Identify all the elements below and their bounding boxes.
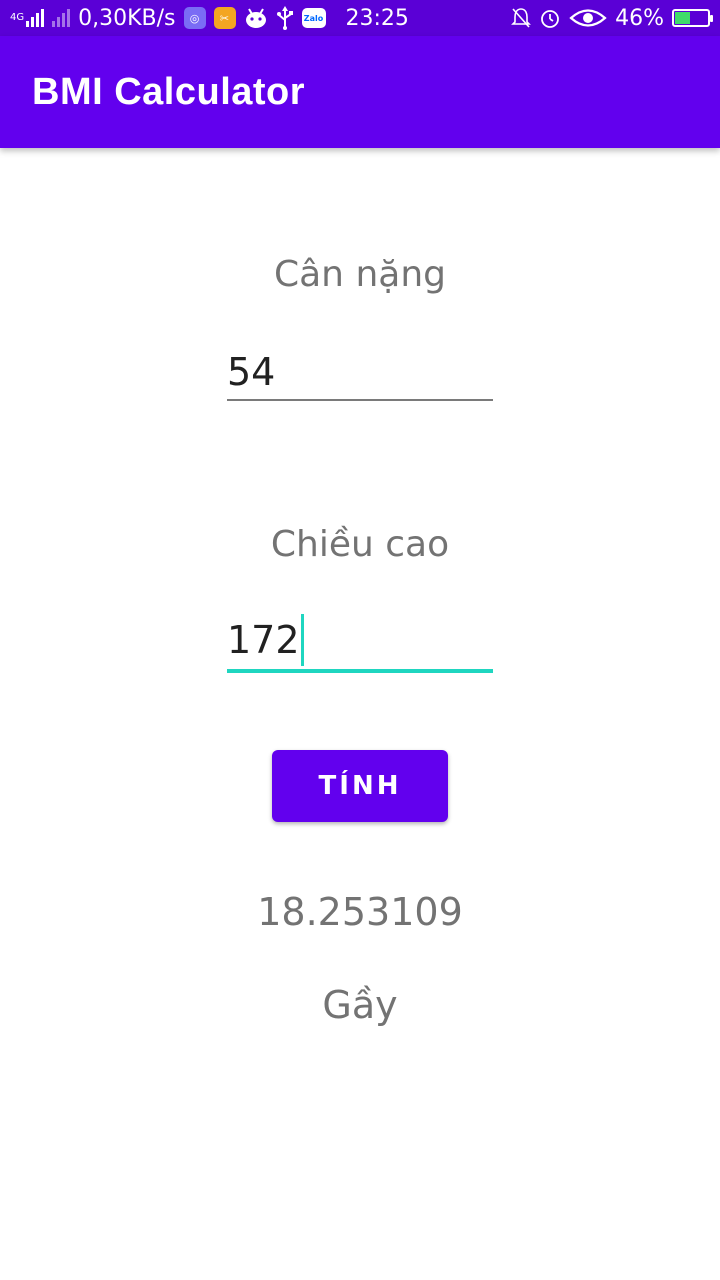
app-badge-2-icon: ✂ [213,7,236,29]
app-bar: BMI Calculator [0,36,720,148]
status-bar-left: 4G 0,30KB/s ◎ ✂ Zalo 23:25 [10,0,409,36]
weight-input[interactable]: 54 [227,342,493,402]
zalo-icon: Zalo [301,8,326,28]
weight-label: Cân nặng [273,254,446,295]
android-icon [244,7,268,29]
signal-weak-icon [52,9,71,27]
network-type: 4G [10,12,25,23]
status-bar: 4G 0,30KB/s ◎ ✂ Zalo 23:25 46% [0,0,720,36]
status-bar-right: 46% [511,0,713,36]
silent-bell-icon [511,7,532,29]
cellular-signal: 4G [10,9,45,27]
battery-charging-icon [672,9,713,27]
usb-icon [276,6,294,30]
eye-icon [569,7,607,29]
app-title: BMI Calculator [32,70,306,113]
height-label: Chiều cao [270,524,450,565]
signal-icon [26,9,45,27]
bmi-result: 18.253109 [257,890,463,934]
battery-percent: 46% [615,5,664,31]
alarm-icon [539,7,561,29]
height-value: 172 [227,618,300,662]
height-input[interactable]: 172 [227,610,493,670]
weight-input-underline [227,399,493,401]
clock: 23:25 [345,5,409,31]
weight-value: 54 [227,350,276,394]
text-cursor [300,614,304,666]
app-badge-icon: ◎ [183,7,206,29]
bmi-category: Gầy [322,983,398,1027]
height-input-underline [227,669,493,673]
calculate-button[interactable]: TÍNH [272,750,448,822]
data-speed: 0,30KB/s [78,5,176,31]
